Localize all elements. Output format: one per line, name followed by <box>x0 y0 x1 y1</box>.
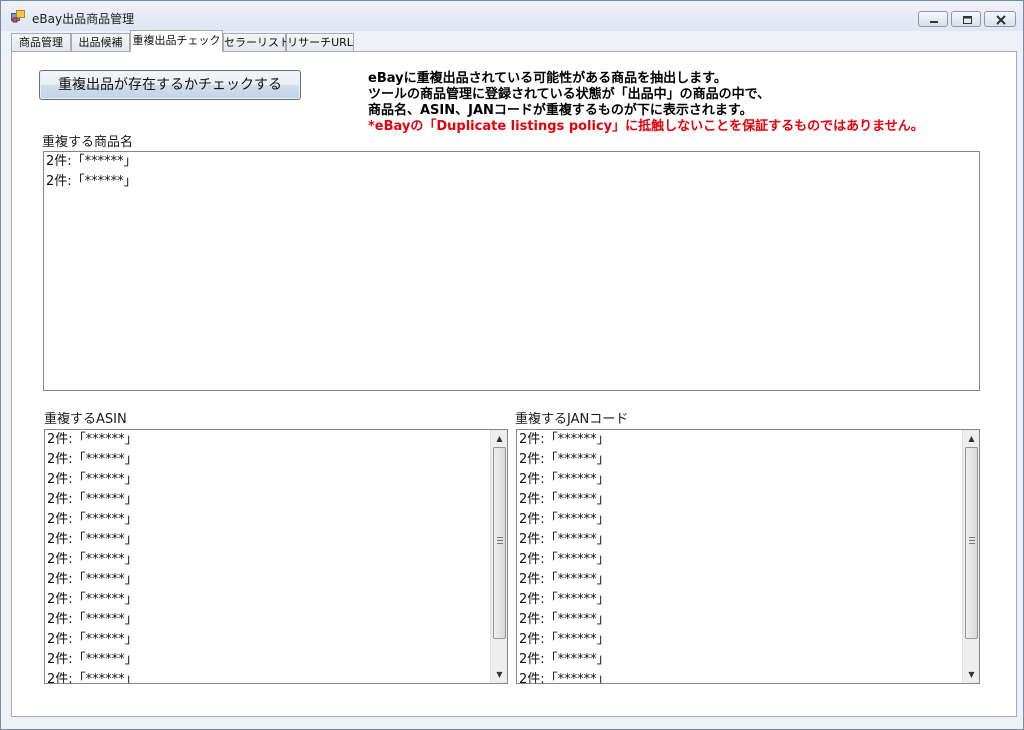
list-item[interactable]: 2件:「******」 <box>46 450 489 470</box>
list-item[interactable]: 2件:「******」 <box>46 670 489 683</box>
tab-duplicate-check[interactable]: 重複出品チェック <box>130 30 223 52</box>
list-item[interactable]: 2件:「******」 <box>46 490 489 510</box>
list-item[interactable]: 2件:「******」 <box>518 490 961 510</box>
list-item[interactable]: 2件:「******」 <box>518 670 961 683</box>
duplicate-names-items: 2件:「******」 2件:「******」 <box>45 152 979 390</box>
list-item[interactable]: 2件:「******」 <box>518 530 961 550</box>
policy-warning: *eBayの「Duplicate listings policy」に抵触しないこ… <box>368 119 924 134</box>
close-icon <box>996 15 1006 25</box>
jan-scroll-thumb[interactable] <box>965 447 978 639</box>
duplicate-names-list[interactable]: 2件:「******」 2件:「******」 <box>43 151 980 391</box>
list-item[interactable]: 2件:「******」 <box>518 630 961 650</box>
tab-strip: 商品管理 出品候補 重複出品チェック セラーリスト リサーチURL <box>11 30 1015 52</box>
list-item[interactable]: 2件:「******」 <box>518 510 961 530</box>
asin-scrollbar[interactable]: ▲ ▼ <box>490 430 507 683</box>
close-button[interactable] <box>984 11 1016 27</box>
window-title: eBay出品商品管理 <box>32 12 135 26</box>
scroll-down-arrow-icon[interactable]: ▼ <box>491 666 507 683</box>
list-item[interactable]: 2件:「******」 <box>46 430 489 450</box>
scroll-up-arrow-icon[interactable]: ▲ <box>491 430 507 447</box>
description-text: eBayに重複出品されている可能性がある商品を抽出します。 ツールの商品管理に登… <box>368 71 924 135</box>
duplicate-jan-items: 2件:「******」 2件:「******」 2件:「******」 2件:「***… <box>518 430 961 683</box>
duplicate-asin-label: 重複するASIN <box>44 412 127 427</box>
duplicate-asin-items: 2件:「******」 2件:「******」 2件:「******」 2件:「***… <box>46 430 489 683</box>
description-line-3: 商品名、ASIN、JANコードが重複するものが下に表示されます。 <box>368 103 753 118</box>
minimize-icon <box>930 21 938 23</box>
asin-scroll-thumb[interactable] <box>493 447 506 639</box>
description-line-1: eBayに重複出品されている可能性がある商品を抽出します。 <box>368 71 727 86</box>
minimize-button[interactable] <box>918 11 948 27</box>
list-item[interactable]: 2件:「******」 <box>518 650 961 670</box>
list-item[interactable]: 2件:「******」 <box>518 450 961 470</box>
tab-seller-list[interactable]: セラーリスト <box>223 33 290 51</box>
check-duplicates-button[interactable]: 重複出品が存在するかチェックする <box>39 70 301 100</box>
list-item[interactable]: 2件:「******」 <box>46 530 489 550</box>
list-item[interactable]: 2件:「******」 <box>518 570 961 590</box>
list-item[interactable]: 2件:「******」 <box>518 590 961 610</box>
duplicate-names-label: 重複する商品名 <box>42 135 134 150</box>
list-item[interactable]: 2件:「******」 <box>46 550 489 570</box>
grip-icon <box>497 537 503 544</box>
description-line-2: ツールの商品管理に登録されている状態が「出品中」の商品の中で、 <box>368 87 771 102</box>
tab-research-url[interactable]: リサーチURL <box>286 33 354 51</box>
duplicate-asin-list[interactable]: 2件:「******」 2件:「******」 2件:「******」 2件:「***… <box>44 429 508 684</box>
restore-button[interactable] <box>951 11 981 27</box>
list-item[interactable]: 2件:「******」 <box>46 610 489 630</box>
scroll-up-arrow-icon[interactable]: ▲ <box>963 430 979 447</box>
duplicate-jan-list[interactable]: 2件:「******」 2件:「******」 2件:「******」 2件:「***… <box>516 429 980 684</box>
list-item[interactable]: 2件:「******」 <box>518 430 961 450</box>
title-bar[interactable]: eBay出品商品管理 <box>1 1 1023 31</box>
list-item[interactable]: 2件:「******」 <box>518 550 961 570</box>
restore-icon <box>963 16 972 24</box>
duplicate-jan-label: 重複するJANコード <box>515 412 629 427</box>
tab-product-management[interactable]: 商品管理 <box>11 33 71 51</box>
tab-listing-candidates[interactable]: 出品候補 <box>71 33 130 51</box>
list-item[interactable]: 2件:「******」 <box>46 510 489 530</box>
list-item[interactable]: 2件:「******」 <box>46 590 489 610</box>
jan-scrollbar[interactable]: ▲ ▼ <box>962 430 979 683</box>
list-item[interactable]: 2件:「******」 <box>46 570 489 590</box>
list-item[interactable]: 2件:「******」 <box>45 152 979 172</box>
list-item[interactable]: 2件:「******」 <box>518 610 961 630</box>
list-item[interactable]: 2件:「******」 <box>518 470 961 490</box>
app-window-icon <box>11 10 25 23</box>
duplicate-check-panel: 重複出品が存在するかチェックする eBayに重複出品されている可能性がある商品を… <box>11 51 1017 717</box>
scroll-down-arrow-icon[interactable]: ▼ <box>963 666 979 683</box>
grip-icon <box>969 537 975 544</box>
app-window: eBay出品商品管理 商品管理 出品候補 重複出品チェック セラーリスト リサー… <box>0 0 1024 730</box>
list-item[interactable]: 2件:「******」 <box>46 470 489 490</box>
list-item[interactable]: 2件:「******」 <box>46 650 489 670</box>
list-item[interactable]: 2件:「******」 <box>45 172 979 192</box>
list-item[interactable]: 2件:「******」 <box>46 630 489 650</box>
